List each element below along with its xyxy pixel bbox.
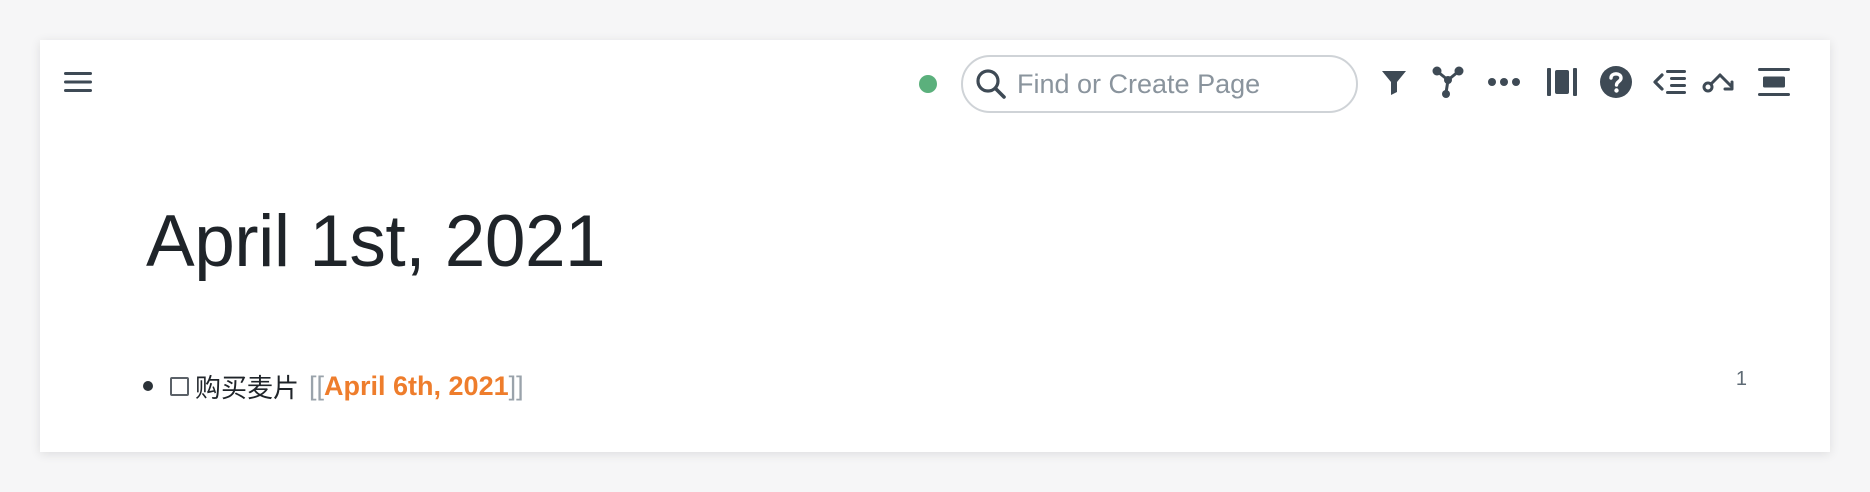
page-title: April 1st, 2021 — [146, 201, 606, 282]
align-icon[interactable] — [1756, 64, 1792, 100]
ref-open-bracket: [[ — [309, 370, 325, 401]
block-text[interactable]: 购买麦片 — [195, 368, 299, 405]
filter-icon[interactable] — [1376, 64, 1412, 100]
sync-status-indicator — [919, 75, 937, 93]
outdent-icon[interactable] — [1652, 64, 1688, 100]
ref-close-bracket: ]] — [508, 370, 524, 401]
sidebar-toggle-icon[interactable] — [1544, 64, 1580, 100]
search-input[interactable] — [1015, 67, 1339, 101]
topbar — [40, 40, 1830, 130]
diagram-icon[interactable] — [1700, 64, 1736, 100]
search-icon — [973, 66, 1009, 102]
block-reference-count[interactable]: 1 — [1736, 368, 1747, 391]
todo-checkbox[interactable] — [170, 376, 189, 396]
block-item[interactable]: 购买麦片 [[ April 6th, 2021 ]] — [140, 366, 524, 406]
search-box[interactable] — [961, 55, 1358, 113]
page-reference-link[interactable]: April 6th, 2021 — [324, 371, 509, 402]
graph-icon[interactable] — [1430, 64, 1466, 100]
hamburger-menu-icon[interactable] — [60, 64, 96, 100]
app-window: April 1st, 2021 购买麦片 [[ April 6th, 2021 … — [40, 40, 1830, 452]
help-icon[interactable] — [1598, 64, 1634, 100]
block-bullet[interactable] — [143, 381, 153, 391]
more-icon[interactable] — [1486, 64, 1522, 100]
